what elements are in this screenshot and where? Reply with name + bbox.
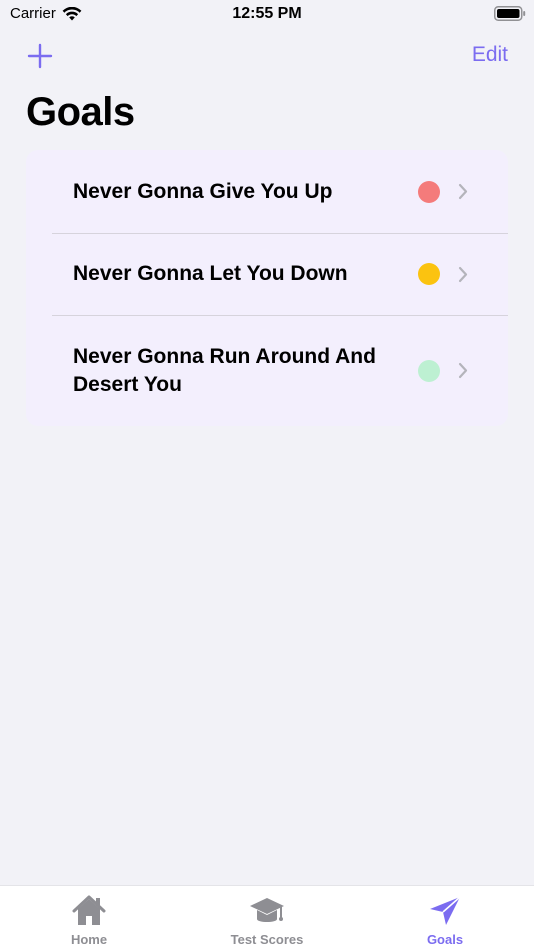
paper-plane-icon	[430, 896, 461, 925]
chevron-right-icon	[458, 183, 468, 200]
status-time: 12:55 PM	[232, 5, 302, 22]
goal-color-dot	[418, 263, 440, 285]
page-title: Goals	[26, 90, 135, 134]
goal-row[interactable]: Never Gonna Let You Down	[26, 233, 508, 315]
plus-icon[interactable]	[26, 42, 54, 70]
tab-label: Goals	[426, 932, 464, 947]
goal-title: Never Gonna Give You Up	[73, 179, 333, 203]
status-bar: Carrier 12:55 PM	[0, 0, 534, 30]
tab-goals[interactable]: Goals	[356, 886, 534, 950]
edit-button[interactable]: Edit	[472, 43, 508, 67]
tab-label: Test Scores	[230, 932, 304, 947]
chevron-right-icon	[458, 362, 468, 379]
goal-color-dot	[418, 359, 440, 382]
goal-title: Never Gonna Let You Down	[73, 262, 348, 285]
goals-screen: Carrier 12:55 PM Edit Goals Never Gonna …	[0, 0, 534, 950]
goal-row[interactable]: Never Gonna Give You Up	[26, 150, 508, 233]
tab-home[interactable]: Home	[0, 886, 178, 950]
battery-icon	[494, 6, 526, 21]
tab-label: Home	[70, 932, 108, 947]
goal-title: Never Gonna Run Around And Desert You	[73, 344, 376, 396]
goal-row[interactable]: Never Gonna Run Around And Desert You	[26, 315, 508, 426]
goal-color-dot	[418, 180, 440, 203]
graduation-cap-icon	[250, 898, 284, 922]
goal-list: Never Gonna Give You Up Never Gonna Let …	[26, 150, 508, 426]
house-icon	[72, 895, 106, 925]
tab-test-scores[interactable]: Test Scores	[178, 886, 356, 950]
chevron-right-icon	[458, 266, 468, 282]
tab-bar: Home Test Scores Goals	[0, 885, 534, 950]
